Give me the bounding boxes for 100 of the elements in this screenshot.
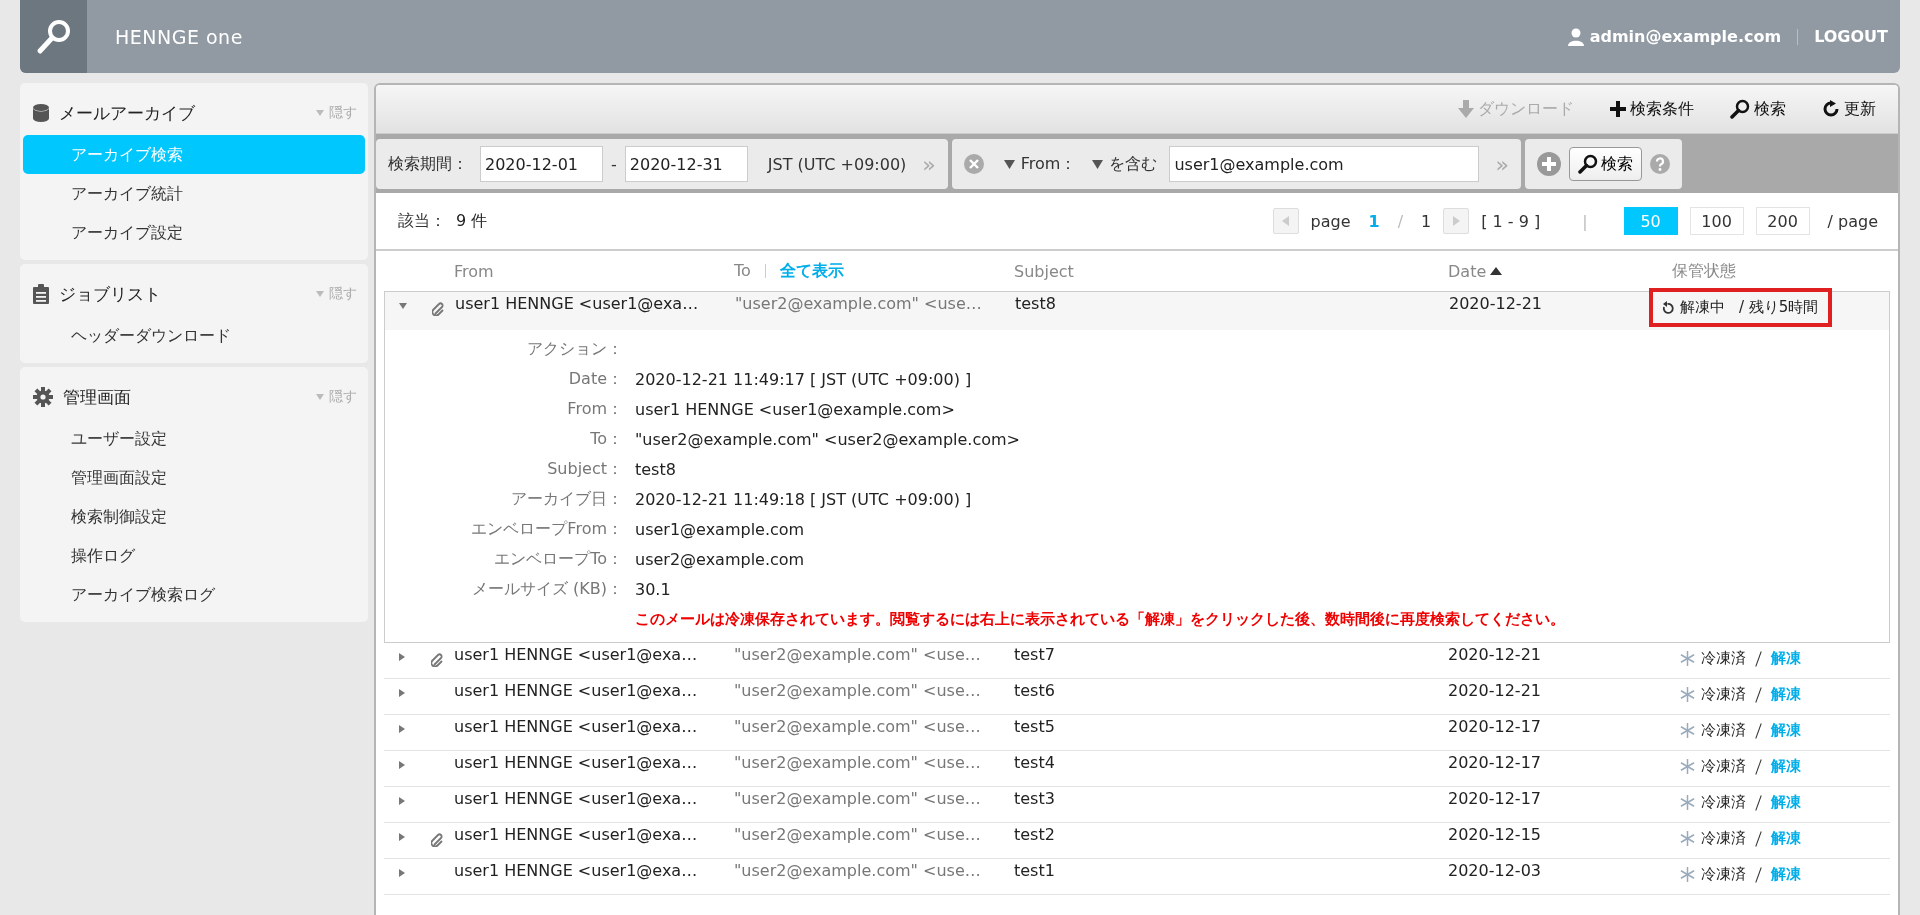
- detail-label: アクション：: [526, 338, 624, 360]
- table-row[interactable]: user1 HENNGE <user1@exa… "user2@example.com" <use… test1 2020-12-03 冷凍済 解凍: [384, 859, 1890, 895]
- current-page: 1: [1368, 211, 1380, 231]
- date-field[interactable]: 2020-12-31: [624, 146, 748, 182]
- status-label: 冷凍済: [1701, 721, 1746, 740]
- expander-icon[interactable]: [398, 725, 406, 733]
- sidebar-item[interactable]: ヘッダーダウンロード: [23, 316, 365, 355]
- search-button[interactable]: 検索: [1568, 147, 1642, 181]
- remove-icon[interactable]: [963, 154, 984, 174]
- field-dropdown[interactable]: From：: [999, 153, 1081, 175]
- per-page-option[interactable]: 200: [1755, 207, 1810, 235]
- table-cell-text: test4: [1014, 753, 1056, 772]
- remaining-time: / 残り5時間: [1739, 298, 1819, 317]
- table-row[interactable]: user1 HENNGE <user1@exa… "user2@example.com" <use… test4 2020-12-17 冷凍済 解凍: [384, 751, 1890, 787]
- section-title: メールアーカイブ: [59, 101, 195, 125]
- expander-icon[interactable]: [398, 761, 406, 769]
- total-pages: 1: [1421, 211, 1432, 231]
- range-dash: -: [611, 154, 617, 174]
- section-title: 管理画面: [63, 385, 131, 409]
- table-cell-text: test3: [1014, 789, 1056, 808]
- expander-icon[interactable]: [398, 833, 406, 841]
- column-header[interactable]: From: [454, 261, 734, 281]
- table-cell-text: test7: [1014, 645, 1056, 664]
- detail-value: user1@example.com: [635, 519, 805, 539]
- status-label: 解凍中: [1680, 298, 1725, 317]
- per-page-suffix: / page: [1827, 211, 1878, 231]
- detail-value: 2020-12-21 11:49:18 [ JST (UTC +09:00) ]: [635, 489, 972, 509]
- expander-icon[interactable]: [398, 689, 406, 697]
- plus-icon: [1610, 101, 1626, 117]
- page-label: page: [1310, 211, 1351, 231]
- table-cell-text: test2: [1014, 825, 1056, 844]
- table-row[interactable]: user1 HENNGE <user1@exa… "user2@example.com" <use… test3 2020-12-17 冷凍済 解凍: [384, 787, 1890, 823]
- sidebar-item[interactable]: アーカイブ設定: [23, 213, 365, 252]
- table-cell-text: "user2@example.com" <use…: [734, 681, 982, 700]
- status-label: 冷凍済: [1701, 829, 1746, 848]
- table-cell-text: "user2@example.com" <use…: [734, 753, 982, 772]
- gear-icon: [33, 387, 53, 407]
- column-header[interactable]: 保管状態: [1672, 260, 1890, 282]
- detail-label: From：: [566, 398, 624, 420]
- sidebar-item[interactable]: 操作ログ: [23, 536, 365, 575]
- detail-value: test8: [635, 459, 676, 479]
- table-cell-text: 2020-12-17: [1448, 789, 1542, 808]
- sidebar-item[interactable]: ユーザー設定: [23, 419, 365, 458]
- expander-icon[interactable]: [399, 302, 407, 310]
- period-label: 検索期間：: [388, 153, 468, 175]
- sidebar-item[interactable]: アーカイブ検索ログ: [23, 575, 365, 614]
- table-cell-text: user1 HENNGE <user1@exa…: [454, 753, 699, 772]
- table-cell-text: 2020-12-21: [1448, 645, 1542, 664]
- operator-dropdown[interactable]: を含む: [1088, 153, 1162, 175]
- detail-value: 30.1: [635, 579, 671, 599]
- table-row[interactable]: user1 HENNGE <user1@exa… "user2@example.com" <use… test5 2020-12-17 冷凍済 解凍: [384, 715, 1890, 751]
- sidebar-item[interactable]: アーカイブ統計: [23, 174, 365, 213]
- detail-value: 2020-12-21 11:49:17 [ JST (UTC +09:00) ]: [635, 369, 972, 389]
- page-slash: /: [1397, 211, 1403, 231]
- table-row[interactable]: user1 HENNGE <user1@exa… "user2@example.com" <use… test6 2020-12-21 冷凍済 解凍: [384, 679, 1890, 715]
- table-cell-text: user1 HENNGE <user1@exa…: [455, 294, 700, 313]
- caret-icon: [316, 110, 324, 116]
- detail-value: "user2@example.com" <user2@example.com>: [635, 429, 1021, 449]
- table-cell-text: user1 HENNGE <user1@exa…: [454, 789, 699, 808]
- toolbar-button[interactable]: 検索: [1722, 94, 1794, 124]
- column-header[interactable]: Date: [1448, 261, 1487, 281]
- status-label: 冷凍済: [1701, 793, 1746, 812]
- help-icon[interactable]: [1649, 154, 1670, 174]
- table-cell-text: user1 HENNGE <user1@exa…: [454, 681, 699, 700]
- date-field[interactable]: 2020-12-01: [480, 146, 603, 182]
- table-cell-text: user1 HENNGE <user1@exa…: [454, 645, 699, 664]
- per-page-option[interactable]: 100: [1689, 207, 1744, 235]
- frozen-notice: このメールは冷凍保存されています。閲覧するには右上に表示されている「解凍」をクリックした後、数時間後に再度検索してください。: [635, 609, 1565, 629]
- table-cell-text: "user2@example.com" <use…: [734, 861, 982, 880]
- table-row[interactable]: [384, 291, 1890, 643]
- table-cell-text: 2020-12-15: [1448, 825, 1542, 844]
- detail-value: user1 HENNGE <user1@example.com>: [635, 399, 955, 419]
- section-title: ジョブリスト: [59, 282, 161, 306]
- detail-label: エンベロープTo：: [493, 548, 624, 570]
- expander-icon[interactable]: [398, 869, 406, 877]
- search-value-field[interactable]: user1@example.com: [1169, 146, 1480, 182]
- toolbar-button[interactable]: 更新: [1814, 94, 1884, 124]
- table-cell-text: "user2@example.com" <use…: [734, 645, 982, 664]
- left-triangle-icon: [1282, 216, 1289, 226]
- column-header[interactable]: Subject: [1014, 261, 1448, 281]
- brand-name: HENNGE one: [115, 25, 243, 48]
- caret-icon: [1092, 159, 1104, 169]
- caret-icon: [1003, 159, 1015, 169]
- sidebar-item[interactable]: 検索制御設定: [23, 497, 365, 536]
- expander-icon[interactable]: [398, 653, 406, 661]
- table-cell-text: test1: [1014, 861, 1056, 880]
- table-cell-text: 2020-12-21: [1449, 294, 1543, 313]
- pager-divider: |: [1582, 211, 1588, 231]
- table-row[interactable]: user1 HENNGE <user1@exa… "user2@example.com" <use… test7 2020-12-21 冷凍済 解凍: [384, 643, 1890, 679]
- detail-label: To：: [589, 428, 624, 450]
- sidebar-item[interactable]: 管理画面設定: [23, 458, 365, 497]
- table-cell-text: test8: [1015, 294, 1057, 313]
- add-condition-icon[interactable]: [1536, 152, 1561, 176]
- detail-label: Subject：: [546, 458, 624, 480]
- column-header[interactable]: To: [734, 260, 751, 280]
- table-row[interactable]: user1 HENNGE <user1@exa… "user2@example.com" <use… test2 2020-12-15 冷凍済 解凍: [384, 823, 1890, 859]
- caret-icon: [316, 394, 324, 400]
- table-cell-text: user1 HENNGE <user1@exa…: [454, 717, 699, 736]
- toolbar-button[interactable]: 検索条件: [1602, 94, 1702, 124]
- expander-icon[interactable]: [398, 797, 406, 805]
